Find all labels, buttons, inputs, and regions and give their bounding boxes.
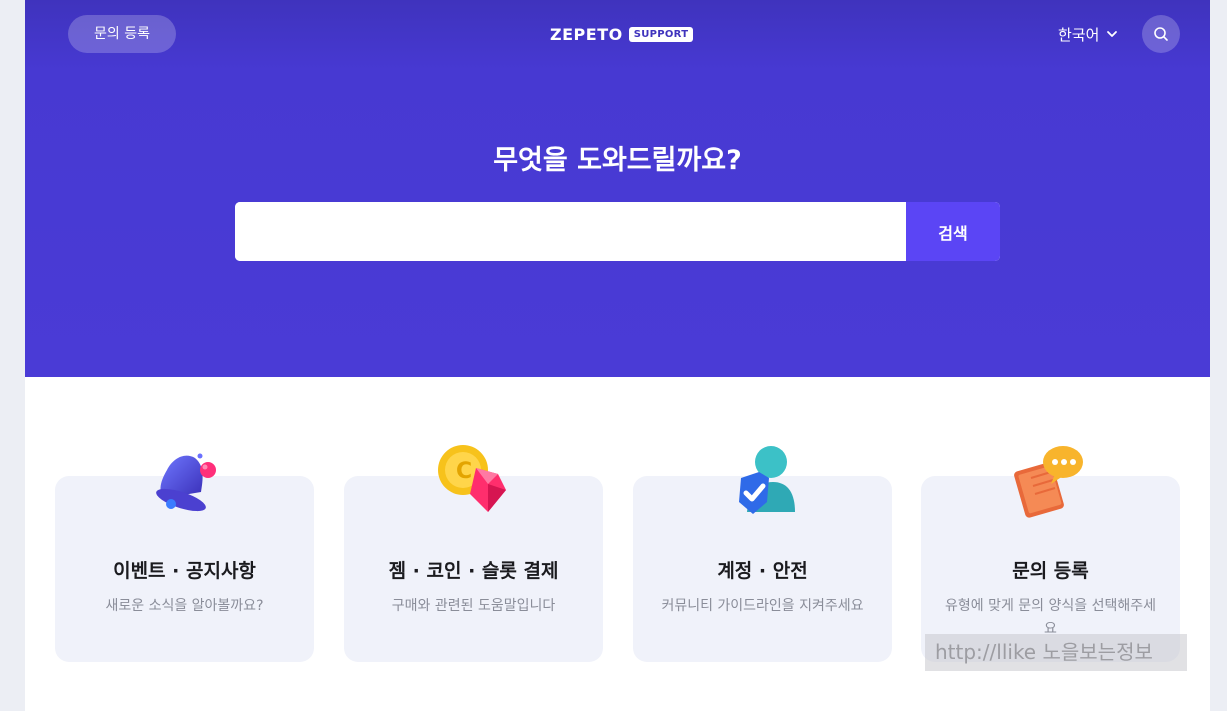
language-label: 한국어 (1058, 25, 1100, 44)
chevron-down-icon (1107, 31, 1118, 37)
card-title: 문의 등록 (1012, 560, 1089, 582)
hero-section: 문의 등록 ZEPETO SUPPORT 한국어 무엇을 도와드릴까요? 검색 (25, 0, 1210, 377)
card-description: 새로운 소식을 알아볼까요? (105, 598, 264, 614)
watermark: http://llike 노을보는정보 (925, 634, 1187, 671)
bell-icon (156, 453, 216, 512)
header-search-button[interactable] (1142, 15, 1180, 53)
chat-book-icon (1014, 446, 1083, 518)
category-card-account[interactable]: 계정 · 안전 커뮤니티 가이드라인을 지켜주세요 (633, 446, 892, 662)
search-icon (1154, 27, 1168, 41)
svg-text:C: C (456, 459, 472, 484)
logo-wordmark: ZEPETO (550, 24, 623, 44)
search-input[interactable] (235, 202, 906, 261)
card-description: 구매와 관련된 도움말입니다 (391, 598, 556, 614)
user-shield-icon (739, 446, 795, 514)
page: 문의 등록 ZEPETO SUPPORT 한국어 무엇을 도와드릴까요? 검색 … (25, 0, 1210, 711)
card-title: 이벤트 · 공지사항 (113, 560, 256, 582)
hero-title: 무엇을 도와드릴까요? (493, 145, 742, 176)
gem-coin-icon: C (438, 445, 506, 512)
search-button[interactable]: 검색 (906, 202, 1000, 261)
logo-badge: SUPPORT (628, 26, 694, 42)
search-bar: 검색 (235, 202, 1000, 261)
card-title: 계정 · 안전 (717, 560, 808, 582)
category-card-payments[interactable]: C 젬 · 코인 · 슬롯 결제 구매와 관련된 도움말입니다 (344, 445, 603, 662)
top-bar: 문의 등록 ZEPETO SUPPORT 한국어 (25, 0, 1210, 68)
language-selector[interactable]: 한국어 (1058, 22, 1119, 46)
card-title: 젬 · 코인 · 슬롯 결제 (388, 560, 559, 582)
zepeto-support-logo[interactable]: ZEPETO SUPPORT (550, 24, 694, 44)
card-description: 커뮤니티 가이드라인을 지켜주세요 (661, 598, 864, 614)
category-card-events[interactable]: 이벤트 · 공지사항 새로운 소식을 알아볼까요? (55, 453, 314, 662)
inquiry-register-button[interactable]: 문의 등록 (68, 15, 176, 53)
